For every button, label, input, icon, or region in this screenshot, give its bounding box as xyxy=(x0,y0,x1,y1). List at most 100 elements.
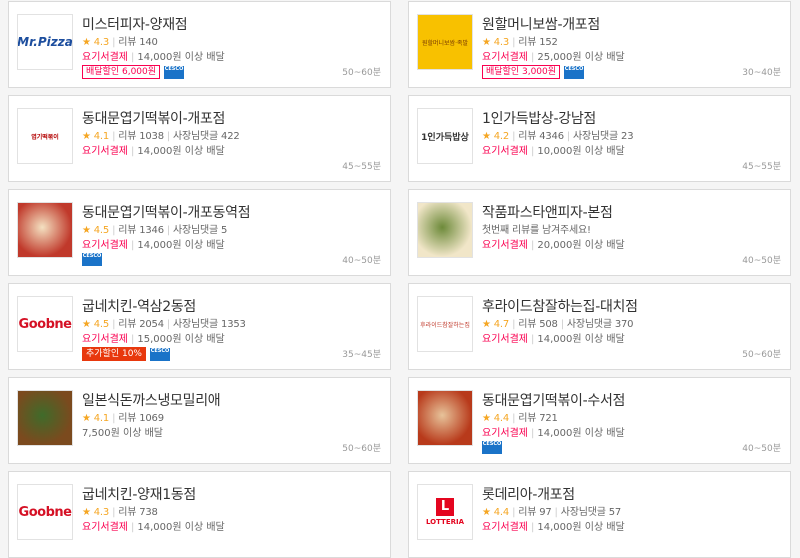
star-icon: ★ xyxy=(82,413,94,424)
restaurant-card[interactable]: Goobne 굽네치킨-양재1동점 ★ 4.3 | 리뷰 738 요기서결제 | 14,000… xyxy=(8,471,391,558)
lotteria-logo: L LOTTERIA xyxy=(426,498,464,526)
payment-label: 요기서결제 xyxy=(482,334,528,345)
restaurant-logo: 엽기떡볶이 xyxy=(18,109,72,163)
restaurant-name[interactable]: 동대문엽기떡볶이-개포점 xyxy=(82,108,225,128)
review-count: 리뷰 140 xyxy=(118,37,158,48)
review-count: 리뷰 97 xyxy=(518,507,552,518)
cesco-badge: CESCO xyxy=(564,65,585,79)
restaurant-card[interactable]: 원할머니보쌈·족발 원할머니보쌈-개포점 ★ 4.3 | 리뷰 152 요기서결제 | 25,… xyxy=(408,1,791,88)
payment-label: 요기서결제 xyxy=(82,240,128,251)
restaurant-card[interactable]: 후라이드참잘하는집 후라이드참잘하는집-대치점 ★ 4.7 | 리뷰 508 | 사장님댓글… xyxy=(408,283,791,370)
separator: | xyxy=(512,131,516,142)
payment-info: 요기서결제 | 20,000원 이상 배달 xyxy=(482,236,625,251)
restaurant-thumbnail: L LOTTERIA xyxy=(417,484,473,540)
restaurant-name[interactable]: 동대문엽기떡볶이-수서점 xyxy=(482,390,625,410)
separator: | xyxy=(531,52,535,63)
goobne-logo: Goobne xyxy=(18,316,72,332)
restaurant-card[interactable]: 작품파스타앤피자-본점 첫번째 리뷰를 남겨주세요! 요기서결제 | 20,000원 이… xyxy=(408,189,791,276)
payment-info: 요기서결제 | 25,000원 이상 배달 xyxy=(482,48,625,63)
separator: | xyxy=(531,334,535,345)
owner-reply-count: 사장님댓글 422 xyxy=(173,131,240,142)
restaurant-card[interactable]: 동대문엽기떡볶이-수서점 ★ 4.4 | 리뷰 721 요기서결제 | 14,000원 이상… xyxy=(408,377,791,464)
restaurant-meta: ★ 4.5 | 리뷰 2054 | 사장님댓글 1353 xyxy=(82,315,246,330)
restaurant-name[interactable]: 작품파스타앤피자-본점 xyxy=(482,202,613,222)
payment-info: 7,500원 이상 배달 xyxy=(82,424,163,439)
min-order: 14,000원 이상 배달 xyxy=(137,146,225,157)
separator: | xyxy=(531,428,535,439)
separator: | xyxy=(512,37,516,48)
separator: | xyxy=(512,319,516,330)
restaurant-meta: ★ 4.1 | 리뷰 1069 xyxy=(82,409,164,424)
separator: | xyxy=(166,225,171,236)
restaurant-name[interactable]: 굽네치킨-역삼2동점 xyxy=(82,296,196,316)
cesco-badge: CESCO xyxy=(164,65,185,79)
won-logo: 원할머니보쌈·족발 xyxy=(418,15,472,69)
star-icon: ★ xyxy=(82,225,94,236)
owner-reply-count: 사장님댓글 5 xyxy=(173,225,228,236)
separator: | xyxy=(112,413,116,424)
restaurant-name[interactable]: 동대문엽기떡볶이-개포동역점 xyxy=(82,202,251,222)
food-photo xyxy=(418,203,472,257)
restaurant-logo xyxy=(18,203,72,257)
delivery-time: 40~50분 xyxy=(342,256,381,266)
won-logo-text: 원할머니보쌈·족발 xyxy=(421,39,469,47)
cesco-badge: CESCO xyxy=(482,441,502,454)
promo-badge: 추가할인 10% xyxy=(82,347,146,361)
lotteria-mark: L xyxy=(435,498,454,516)
separator: | xyxy=(566,131,571,142)
restaurant-meta: ★ 4.3 | 리뷰 152 xyxy=(482,33,558,48)
restaurant-logo: Mr.Pizza xyxy=(18,15,72,69)
rating-value: 4.4 xyxy=(493,507,510,518)
restaurant-card[interactable]: 1인가득밥상 1인가득밥상-강남점 ★ 4.2 | 리뷰 4346 | 사장님댓글 23 요기… xyxy=(408,95,791,182)
payment-label: 요기서결제 xyxy=(482,146,528,157)
badge-row: 배달할인 3,000원 CESCO xyxy=(482,65,585,79)
delivery-time: 50~60분 xyxy=(742,350,781,360)
restaurant-card[interactable]: 동대문엽기떡볶이-개포동역점 ★ 4.5 | 리뷰 1346 | 사장님댓글 5 요기서결제… xyxy=(8,189,391,276)
restaurant-card[interactable]: 일본식돈까스냉모밀리애 ★ 4.1 | 리뷰 1069 7,500원 이상 배달 50~6… xyxy=(8,377,391,464)
star-icon: ★ xyxy=(482,319,494,330)
rating-value: 4.1 xyxy=(93,413,110,424)
restaurant-name[interactable]: 미스터피자-양재점 xyxy=(82,14,188,34)
separator: | xyxy=(531,522,535,533)
rating-value: 4.7 xyxy=(493,319,510,330)
min-order: 25,000원 이상 배달 xyxy=(537,52,625,63)
restaurant-meta: ★ 4.3 | 리뷰 738 xyxy=(82,503,158,518)
badge-row: CESCO xyxy=(82,253,102,266)
mrpizza-logo: Mr.Pizza xyxy=(17,35,73,49)
owner-reply-count: 사장님댓글 370 xyxy=(566,319,634,330)
separator: | xyxy=(560,319,564,330)
star-icon: ★ xyxy=(482,413,494,424)
payment-label: 요기서결제 xyxy=(82,522,128,533)
restaurant-logo: 후라이드참잘하는집 xyxy=(418,297,472,351)
restaurant-name[interactable]: 굽네치킨-양재1동점 xyxy=(82,484,196,504)
restaurant-card[interactable]: Mr.Pizza 미스터피자-양재점 ★ 4.3 | 리뷰 140 요기서결제 | 14,00… xyxy=(8,1,391,88)
restaurant-card[interactable]: 엽기떡볶이 동대문엽기떡볶이-개포점 ★ 4.1 | 리뷰 1038 | 사장님댓글 422… xyxy=(8,95,391,182)
restaurant-name[interactable]: 일본식돈까스냉모밀리애 xyxy=(82,390,221,410)
separator: | xyxy=(112,319,116,330)
restaurant-name[interactable]: 원할머니보쌈-개포점 xyxy=(482,14,600,34)
restaurant-thumbnail xyxy=(417,390,473,446)
cesco-badge: CESCO xyxy=(150,347,170,361)
restaurant-name[interactable]: 후라이드참잘하는집-대치점 xyxy=(482,296,638,316)
restaurant-thumbnail: Mr.Pizza xyxy=(17,14,73,70)
min-order: 14,000원 이상 배달 xyxy=(537,334,625,345)
min-order: 20,000원 이상 배달 xyxy=(537,240,625,251)
payment-info: 요기서결제 | 10,000원 이상 배달 xyxy=(482,142,625,157)
restaurant-thumbnail xyxy=(417,202,473,258)
restaurant-card[interactable]: Goobne 굽네치킨-역삼2동점 ★ 4.5 | 리뷰 2054 | 사장님댓글 1353… xyxy=(8,283,391,370)
star-icon: ★ xyxy=(82,507,94,518)
restaurant-card[interactable]: L LOTTERIA 롯데리아-개포점 ★ 4.4 | 리뷰 97 | 사장님댓글 57 요기서… xyxy=(408,471,791,558)
restaurant-logo: Goobne xyxy=(18,297,72,351)
restaurant-name[interactable]: 1인가득밥상-강남점 xyxy=(482,108,596,128)
min-order: 15,000원 이상 배달 xyxy=(137,334,225,345)
min-order: 14,000원 이상 배달 xyxy=(137,52,225,63)
badge-row: 배달할인 6,000원 CESCO xyxy=(82,65,185,79)
review-count: 리뷰 1069 xyxy=(118,413,164,424)
min-order: 14,000원 이상 배달 xyxy=(137,522,225,533)
payment-info: 요기서결제 | 14,000원 이상 배달 xyxy=(82,142,225,157)
delivery-time: 40~50분 xyxy=(742,256,781,266)
star-icon: ★ xyxy=(82,319,94,330)
payment-label: 요기서결제 xyxy=(482,52,528,63)
restaurant-name[interactable]: 롯데리아-개포점 xyxy=(482,484,575,504)
delivery-time: 45~55분 xyxy=(342,162,381,172)
